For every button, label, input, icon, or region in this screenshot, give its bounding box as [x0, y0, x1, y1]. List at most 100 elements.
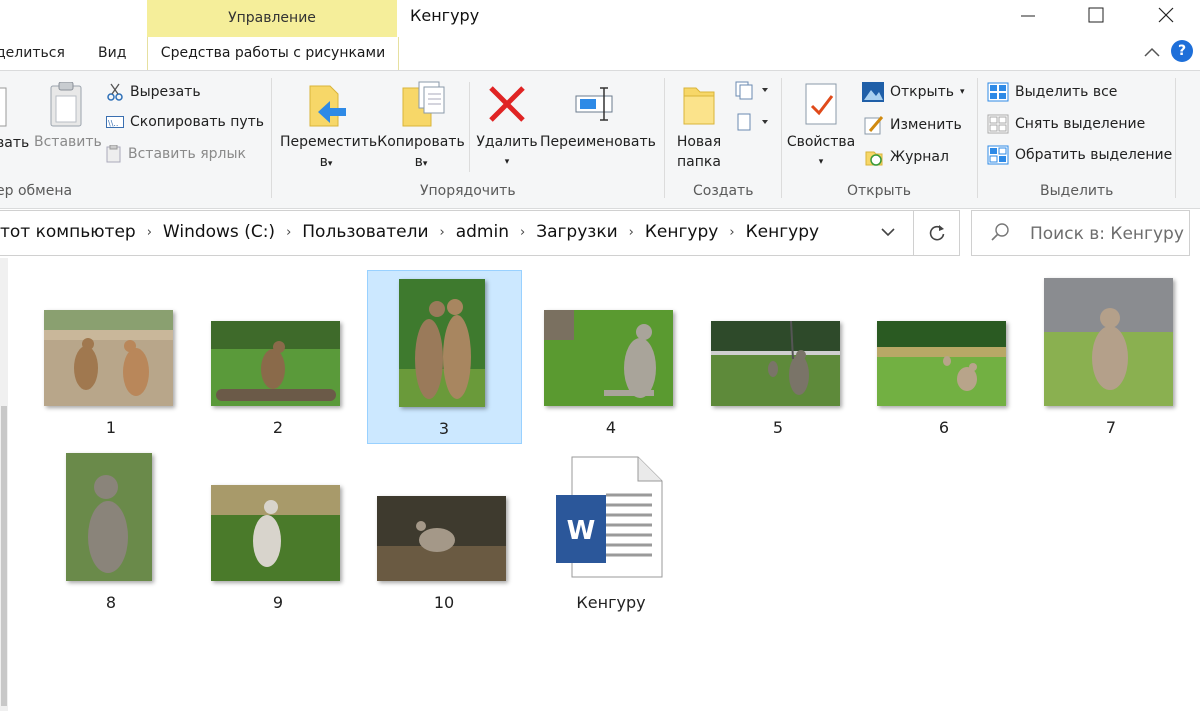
invert-selection-icon — [987, 145, 1009, 165]
open-dropdown-arrow: ▾ — [959, 87, 965, 97]
select-all-icon — [987, 82, 1009, 102]
history-button[interactable]: Журнал — [864, 147, 949, 167]
organize-group-label: Упорядочить — [420, 183, 516, 199]
scrollbar[interactable] — [0, 258, 8, 711]
minimize-button[interactable] — [1005, 0, 1051, 30]
file-name: 7 — [1105, 418, 1117, 437]
move-to-button[interactable]: Переместить в▾ — [280, 78, 378, 173]
edit-label: Изменить — [890, 117, 962, 133]
breadcrumb-separator-icon[interactable]: › — [520, 225, 525, 240]
search-icon — [990, 222, 1010, 246]
clipboard-group-label: ер обмена — [0, 183, 73, 199]
file-tile-1[interactable]: 1 — [28, 270, 194, 442]
file-tile-3[interactable]: 3 — [367, 270, 522, 444]
copy-path-button[interactable]: \\.. Скопировать путь — [106, 114, 264, 130]
maximize-button[interactable] — [1073, 0, 1119, 30]
window-title: Кенгуру — [410, 6, 480, 25]
breadcrumb-item[interactable]: Кенгуру — [746, 222, 820, 242]
edit-pencil-icon — [864, 116, 884, 135]
file-tile-6[interactable]: 6 — [861, 270, 1027, 442]
file-name: 6 — [938, 418, 950, 437]
paste-shortcut-button[interactable]: Вставить ярлык — [106, 145, 246, 163]
new-folder-label-1: Новая — [676, 134, 722, 150]
svg-text:\\..: \\.. — [108, 119, 118, 128]
ribbon-separator — [781, 78, 782, 198]
minimize-icon — [1021, 15, 1035, 17]
cut-label: Вырезать — [130, 84, 201, 100]
paste-label: Вставить — [34, 134, 102, 150]
breadcrumb-item[interactable]: Пользователи — [302, 222, 428, 242]
breadcrumb-item[interactable]: Загрузки — [536, 222, 617, 242]
invert-selection-button[interactable]: Обратить выделение — [987, 145, 1172, 165]
breadcrumb-item[interactable]: admin — [456, 222, 509, 242]
file-tile-10[interactable]: 10 — [361, 445, 527, 617]
file-tile-7[interactable]: 7 — [1028, 270, 1194, 442]
open-button[interactable]: Открыть ▾ — [862, 82, 965, 102]
breadcrumb-item[interactable]: Кенгуру — [645, 222, 719, 242]
copy-to-icon — [402, 81, 445, 127]
delete-button[interactable]: Удалить ▾ — [474, 78, 540, 173]
search-placeholder: Поиск в: Кенгуру — [1030, 224, 1184, 244]
delete-label: Удалить — [476, 134, 538, 150]
file-tile-9[interactable]: 9 — [195, 445, 361, 617]
breadcrumb-item[interactable]: тот компьютер — [0, 222, 136, 242]
breadcrumb-separator-icon[interactable]: › — [147, 225, 152, 240]
breadcrumb-item[interactable]: Windows (C:) — [163, 222, 275, 242]
image-thumbnail — [211, 485, 340, 581]
easy-access-button[interactable] — [734, 112, 770, 136]
refresh-button[interactable] — [913, 210, 960, 256]
paste-button[interactable]: Вставить — [34, 78, 102, 154]
cut-button[interactable]: Вырезать — [106, 83, 201, 101]
file-tile-word-doc[interactable]: W Кенгуру — [528, 445, 694, 617]
file-tile-5[interactable]: 5 — [695, 270, 861, 442]
history-label: Журнал — [890, 149, 949, 165]
new-group-label: Создать — [693, 183, 754, 199]
breadcrumb-separator-icon[interactable]: › — [440, 225, 445, 240]
close-button[interactable] — [1143, 0, 1189, 30]
file-tile-4[interactable]: 4 — [528, 270, 694, 442]
invert-selection-label: Обратить выделение — [1015, 147, 1173, 163]
image-thumbnail — [66, 453, 152, 581]
move-to-sub: в▾ — [319, 154, 333, 170]
select-none-button[interactable]: Снять выделение — [987, 114, 1145, 134]
rename-icon — [575, 87, 613, 121]
new-folder-button[interactable]: Новая папка — [670, 78, 728, 173]
select-all-button[interactable]: Выделить все — [987, 82, 1117, 102]
collapse-ribbon-button[interactable] — [1143, 44, 1161, 63]
file-name: 3 — [438, 419, 450, 438]
tab-view[interactable]: Вид — [98, 45, 126, 61]
breadcrumb-separator-icon[interactable]: › — [286, 225, 291, 240]
select-none-icon — [987, 114, 1009, 134]
history-icon — [865, 151, 883, 166]
word-document-icon: W — [556, 456, 663, 578]
rename-button[interactable]: Переименовать — [540, 78, 656, 153]
file-name: 2 — [272, 418, 284, 437]
tab-share[interactable]: делиться — [0, 45, 65, 61]
copy-to-button[interactable]: Копировать в▾ — [375, 78, 467, 173]
new-folder-icon — [683, 87, 715, 125]
file-tile-2[interactable]: 2 — [195, 270, 361, 442]
edit-button[interactable]: Изменить — [864, 115, 962, 135]
help-button[interactable]: ? — [1171, 40, 1193, 62]
file-name: 5 — [772, 418, 784, 437]
breadcrumb-separator-icon[interactable]: › — [729, 225, 734, 240]
file-tile-8[interactable]: 8 — [28, 445, 194, 617]
image-thumbnail — [544, 310, 673, 406]
paste-shortcut-label: Вставить ярлык — [128, 146, 247, 162]
select-none-label: Снять выделение — [1015, 116, 1146, 132]
breadcrumb-separator-icon[interactable]: › — [629, 225, 634, 240]
move-to-icon — [309, 85, 346, 127]
address-history-dropdown[interactable] — [880, 224, 896, 244]
chevron-down-icon — [881, 228, 895, 237]
tab-picture-tools-label: Средства работы с рисунками — [160, 45, 386, 61]
ribbon-separator — [271, 78, 272, 198]
tab-picture-tools[interactable]: Средства работы с рисунками — [147, 37, 399, 70]
breadcrumb: тот компьютер › Windows (C:) › Пользователи ›… — [0, 222, 819, 242]
image-thumbnail — [211, 321, 340, 406]
close-icon — [1158, 7, 1174, 23]
new-folder-label-2: папка — [677, 154, 721, 170]
properties-button[interactable]: Свойства ▾ — [786, 78, 856, 173]
new-item-button[interactable] — [734, 80, 770, 104]
paste-partial-icon — [0, 82, 8, 132]
move-to-label: Переместить — [280, 134, 378, 150]
